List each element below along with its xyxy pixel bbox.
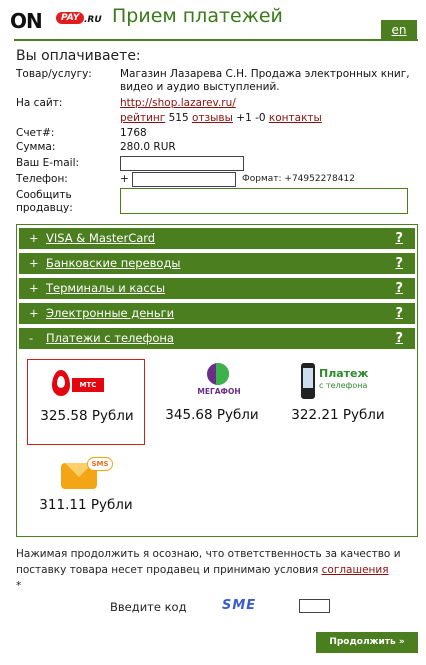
expand-sign: + [29, 231, 39, 245]
expand-sign: + [29, 281, 39, 295]
rating-link[interactable]: рейтинг [120, 112, 165, 124]
mts-logo-icon: МТС [48, 370, 108, 400]
method-bank-transfers[interactable]: + Банковские переводы ? [19, 253, 415, 274]
phone-format-hint: Формат: +74952278412 [242, 174, 355, 184]
votes-value: +1 -0 [236, 112, 266, 124]
continue-button[interactable]: Продолжить » [316, 632, 418, 653]
expand-sign: + [29, 256, 39, 270]
captcha-image: SME [222, 598, 257, 613]
product-label: Товар/услугу: [16, 68, 92, 80]
method-label[interactable]: Терминалы и кассы [46, 278, 165, 299]
rating-value: 515 [168, 112, 189, 124]
option-price: 325.58 Рубли [40, 408, 134, 424]
help-icon[interactable]: ? [395, 303, 403, 324]
language-switch-button[interactable]: en [381, 20, 417, 40]
email-field[interactable] [120, 156, 244, 171]
help-icon[interactable]: ? [395, 253, 403, 274]
reviews-link[interactable]: отзывы [192, 112, 233, 124]
message-label: Сообщить продавцу: [16, 189, 73, 214]
method-terminals[interactable]: + Терминалы и кассы ? [19, 278, 415, 299]
option-price: 345.68 Рубли [165, 407, 259, 423]
option-price: 322.21 Рубли [291, 407, 385, 423]
captcha-input[interactable] [299, 599, 330, 613]
help-icon[interactable]: ? [395, 278, 403, 299]
page-title: Прием платежей [112, 5, 283, 27]
terms-notice: Нажимая продолжить я осознаю, что ответс… [16, 546, 420, 594]
method-label[interactable]: Электронные деньги [46, 303, 174, 324]
expand-sign: + [29, 306, 39, 320]
megafon-logo-icon: МЕГАФОН [189, 363, 245, 403]
product-row: Товар/услугу: Магазин Лазарева С.Н. Прод… [16, 68, 416, 96]
amount-value: 280.0 RUR [120, 141, 176, 153]
contacts-link[interactable]: контакты [269, 112, 322, 124]
logo-on-text: ON [10, 9, 43, 33]
option-mts[interactable]: МТС 325.58 Рубли [27, 359, 145, 445]
email-label: Ваш E-mail: [16, 157, 80, 169]
invoice-value: 1768 [120, 127, 147, 139]
agreement-link[interactable]: соглашения [322, 564, 389, 576]
product-value: Магазин Лазарева С.Н. Продажа электронны… [120, 68, 410, 93]
logo-pay-badge: PAY [56, 12, 85, 24]
method-phone-payments[interactable]: - Платежи с телефона ? [19, 328, 415, 349]
method-e-money[interactable]: + Электронные деньги ? [19, 303, 415, 324]
phone-field[interactable] [132, 172, 236, 187]
phone-label: Телефон: [16, 173, 68, 185]
option-sms[interactable]: SMS 311.11 Рубли [27, 449, 145, 535]
method-visa-mastercard[interactable]: + VISA & MasterCard ? [19, 228, 415, 249]
option-price: 311.11 Рубли [39, 497, 133, 513]
site-label: На сайт: [16, 97, 63, 109]
help-icon[interactable]: ? [395, 228, 403, 249]
site-link[interactable]: http://shop.lazarev.ru/ [120, 97, 236, 109]
onpay-logo[interactable]: ON PAY .RU [8, 6, 104, 36]
invoice-label: Счет#: [16, 127, 55, 139]
method-label[interactable]: VISA & MasterCard [46, 228, 155, 249]
required-asterisk: * [16, 580, 22, 592]
phone-payment-logo-icon: Платеж с телефона [299, 363, 383, 403]
collapse-sign: - [29, 331, 34, 345]
option-phone-payment[interactable]: Платеж с телефона 322.21 Рубли [279, 359, 397, 445]
header-divider [14, 39, 418, 41]
method-label[interactable]: Банковские переводы [46, 253, 181, 274]
option-megafon[interactable]: МЕГАФОН 345.68 Рубли [153, 359, 271, 445]
message-textarea[interactable] [120, 188, 408, 214]
sms-logo-icon: SMS [59, 457, 119, 493]
method-label[interactable]: Платежи с телефона [46, 328, 174, 349]
help-icon[interactable]: ? [395, 328, 403, 349]
payment-methods-panel: + VISA & MasterCard ? + Банковские перев… [16, 224, 418, 537]
captcha-label: Введите код [110, 600, 187, 614]
logo-ru-text: .RU [84, 15, 102, 25]
amount-label: Сумма: [16, 141, 56, 153]
header: ON PAY .RU Прием платежей en [0, 0, 426, 44]
order-heading: Вы оплачиваете: [16, 48, 141, 64]
